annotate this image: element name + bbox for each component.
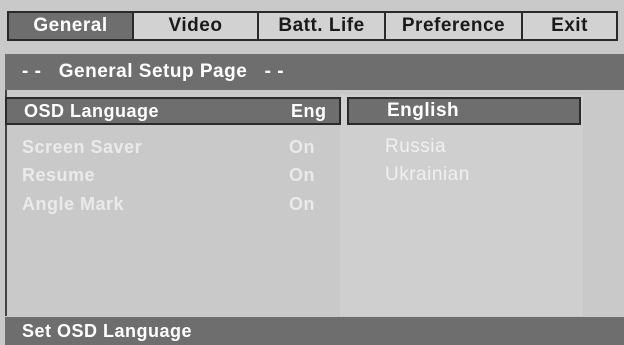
option-russia[interactable]: Russia <box>347 133 581 161</box>
setting-label: Screen Saver <box>22 136 143 157</box>
tab-batt-life[interactable]: Batt. Life <box>257 11 386 41</box>
status-bar: Set OSD Language <box>5 317 624 345</box>
setting-value: On <box>289 136 315 157</box>
setting-label: Resume <box>22 164 96 185</box>
options-panel <box>340 95 583 316</box>
setting-value: On <box>289 164 315 185</box>
setting-label: Angle Mark <box>22 193 125 214</box>
option-english[interactable]: English <box>347 97 581 125</box>
tab-preference[interactable]: Preference <box>384 11 523 41</box>
setting-screen-saver[interactable]: Screen Saver On <box>5 133 341 161</box>
setting-resume[interactable]: Resume On <box>5 161 341 189</box>
osd-setup-screen: General Video Batt. Life Preference Exit… <box>0 0 624 345</box>
tab-general[interactable]: General <box>7 11 134 41</box>
page-title: - - General Setup Page - - <box>5 54 624 90</box>
tab-bar: General Video Batt. Life Preference Exit <box>0 0 624 46</box>
option-ukrainian[interactable]: Ukrainian <box>347 161 581 189</box>
tab-video[interactable]: Video <box>132 11 259 41</box>
tab-exit[interactable]: Exit <box>521 11 618 41</box>
setting-value: Eng <box>291 100 327 121</box>
setting-osd-language[interactable]: OSD Language Eng <box>5 97 341 125</box>
setting-angle-mark[interactable]: Angle Mark On <box>5 190 341 218</box>
setting-value: On <box>289 193 315 214</box>
setting-label: OSD Language <box>24 100 160 121</box>
